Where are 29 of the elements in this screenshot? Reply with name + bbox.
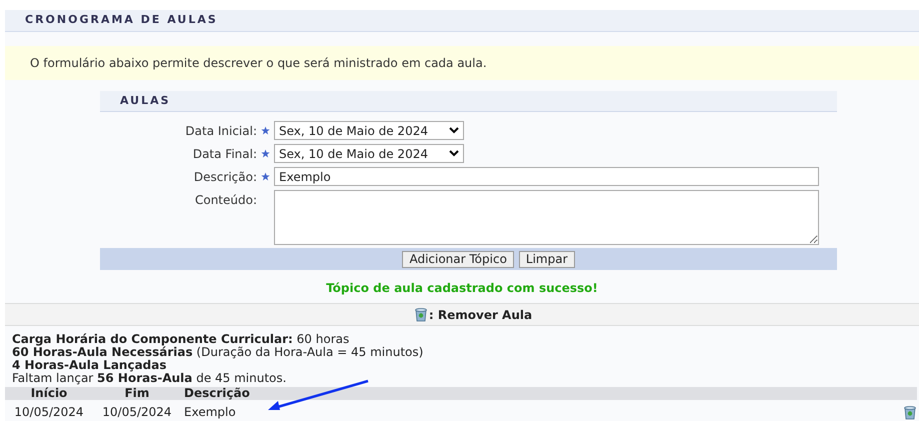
content-field[interactable] bbox=[274, 190, 819, 245]
column-header: Fim bbox=[93, 387, 181, 400]
field-label: Conteúdo: bbox=[194, 192, 257, 208]
summary-line: 4 Horas-Aula Lançadas bbox=[12, 359, 168, 372]
trash-icon[interactable] bbox=[414, 307, 428, 322]
field-label: Data Inicial: bbox=[185, 122, 257, 140]
page-title: CRONOGRAMA DE AULAS bbox=[25, 12, 218, 28]
summary-line: Faltam lançar 56 Horas-Aula de 45 minutos. bbox=[12, 372, 288, 385]
notice-text: O formulário abaixo permite descrever o que será ministrado em cada aula. bbox=[30, 55, 487, 72]
column-header: Descrição bbox=[181, 387, 793, 400]
summary-line: Carga Horária do Componente Curricular: 60 horas bbox=[12, 333, 350, 346]
table-cell: 10/05/2024 bbox=[93, 400, 181, 421]
summary-line: 60 Horas-Aula Necessárias (Duração da Hora-Aula = 45 minutos) bbox=[12, 346, 424, 359]
chevron-down-icon bbox=[449, 150, 459, 157]
date-select[interactable]: Sex, 10 de Maio de 2024 bbox=[274, 121, 464, 140]
success-message: Tópico de aula cadastrado com sucesso! bbox=[326, 280, 598, 297]
table-cell: 10/05/2024 bbox=[5, 400, 93, 421]
date-select[interactable]: Sex, 10 de Maio de 2024 bbox=[274, 144, 464, 163]
form-title: AULAS bbox=[120, 92, 171, 109]
form-button[interactable]: Limpar bbox=[518, 250, 575, 268]
table-cell: Exemplo bbox=[181, 400, 793, 421]
trash-icon[interactable] bbox=[903, 405, 917, 420]
field-label: Data Final: bbox=[192, 146, 257, 162]
description-field[interactable]: Exemplo bbox=[274, 167, 819, 186]
chevron-down-icon bbox=[449, 127, 459, 134]
column-header: Início bbox=[5, 387, 93, 400]
legend-text: : Remover Aula bbox=[428, 306, 532, 324]
form-button[interactable]: Adicionar Tópico bbox=[402, 250, 514, 268]
field-label: Descrição: bbox=[194, 168, 257, 186]
